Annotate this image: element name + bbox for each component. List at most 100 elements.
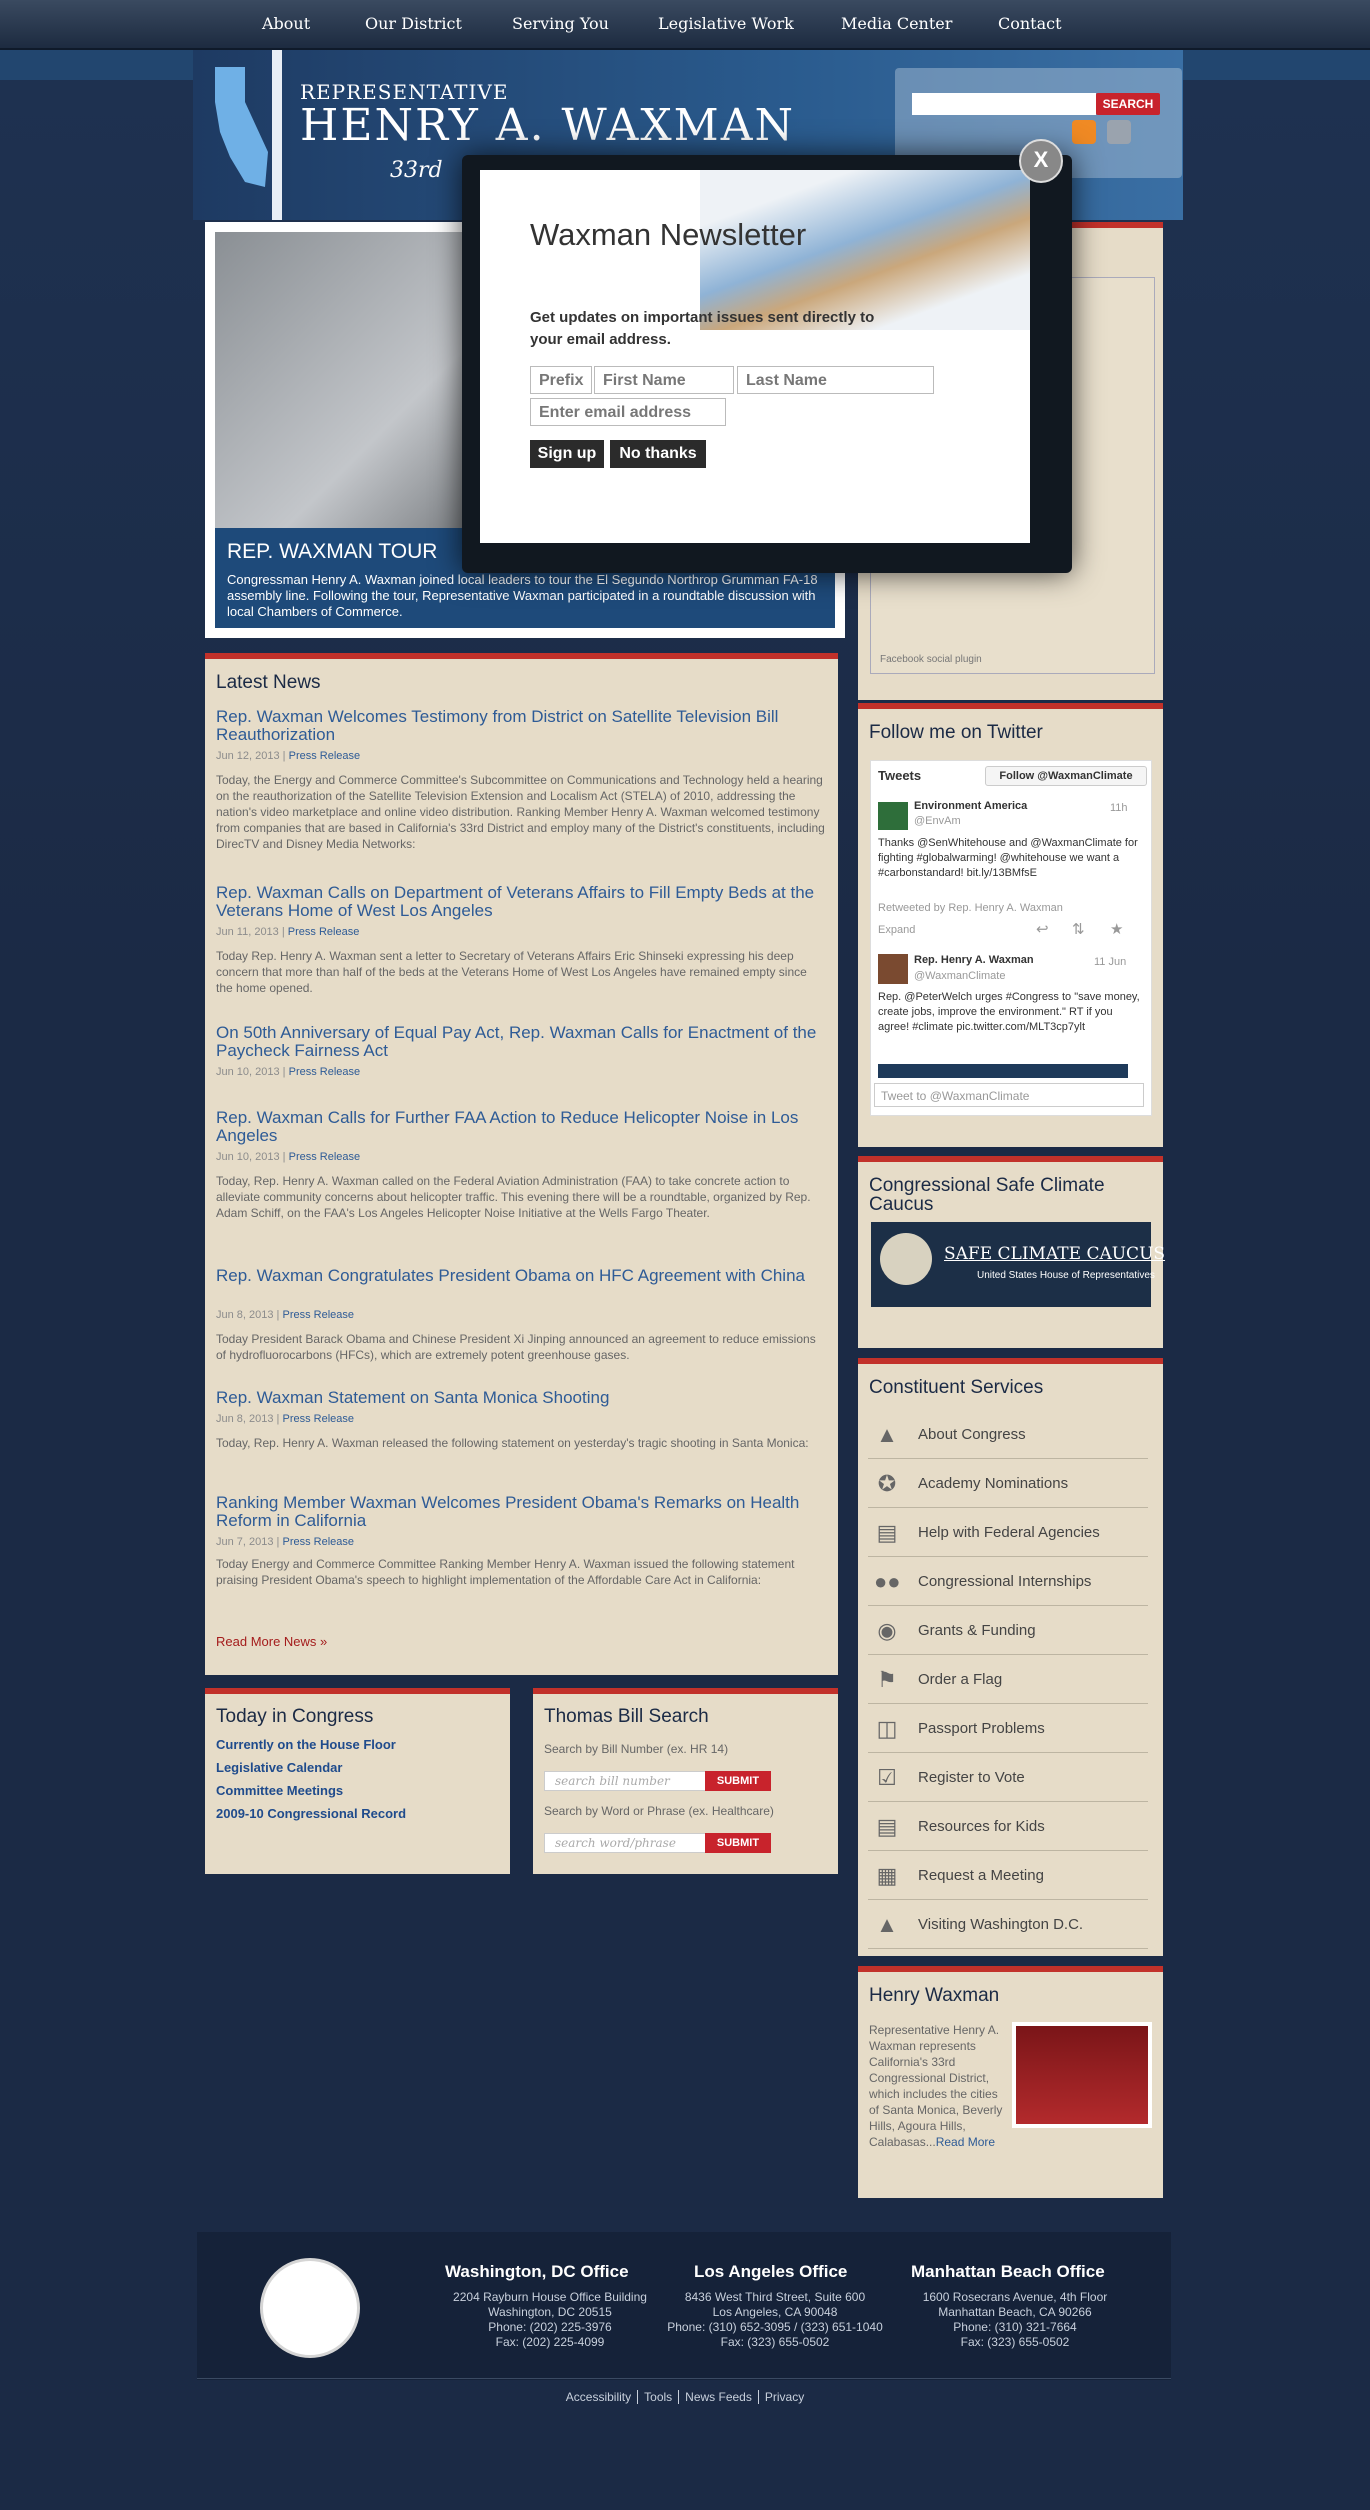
news-item-type[interactable]: Press Release: [282, 1309, 354, 1321]
news-item-type[interactable]: Press Release: [282, 1536, 354, 1548]
office-line: Phone: (202) 225-3976: [488, 2320, 612, 2334]
news-item-meta: Jun 8, 2013 | Press Release: [216, 1309, 355, 1321]
committee-meetings-link[interactable]: Committee Meetings: [216, 1783, 343, 1798]
service-request-meeting[interactable]: ▦ Request a Meeting: [868, 1851, 1148, 1900]
word-phrase-submit-button[interactable]: SUBMIT: [705, 1833, 771, 1853]
news-item-date: Jun 10, 2013: [216, 1066, 280, 1078]
header-name[interactable]: HENRY A. WAXMAN: [300, 100, 795, 151]
service-resources-kids[interactable]: ▤ Resources for Kids: [868, 1802, 1148, 1851]
news-item-body: Today Energy and Commerce Committee Rank…: [216, 1557, 795, 1587]
service-about-congress[interactable]: ▲ About Congress: [868, 1410, 1148, 1459]
footer-link-news-feeds[interactable]: News Feeds: [679, 2390, 759, 2404]
service-internships[interactable]: ●● Congressional Internships: [868, 1557, 1148, 1606]
news-item-type[interactable]: Press Release: [289, 1151, 361, 1163]
news-item-date: Jun 11, 2013: [216, 926, 279, 938]
facebook-plugin-label: Facebook social plugin: [880, 654, 982, 665]
news-item-meta: Jun 10, 2013 | Press Release: [216, 1066, 361, 1078]
reply-icon[interactable]: ↩: [1036, 920, 1049, 938]
bill-number-submit-button[interactable]: SUBMIT: [705, 1771, 771, 1791]
footer-link-tools[interactable]: Tools: [638, 2390, 680, 2404]
people-icon: ●●: [874, 1569, 901, 1594]
service-grants[interactable]: ◉ Grants & Funding: [868, 1606, 1148, 1655]
email-icon[interactable]: [1107, 120, 1131, 144]
service-federal-agencies[interactable]: ▤ Help with Federal Agencies: [868, 1508, 1148, 1557]
service-label: Passport Problems: [918, 1720, 1045, 1737]
news-item-type[interactable]: Press Release: [289, 1066, 361, 1078]
safe-climate-banner-subtitle: United States House of Representatives: [977, 1270, 1155, 1281]
nav-our-district[interactable]: Our District: [365, 14, 462, 33]
service-academy-nominations[interactable]: ✪ Academy Nominations: [868, 1459, 1148, 1508]
bio-text-body: Representative Henry A. Waxman represent…: [869, 2023, 1003, 2149]
mb-office-address: 1600 Rosecrans Avenue, 4th Floor Manhatt…: [900, 2290, 1130, 2350]
service-label: About Congress: [918, 1426, 1026, 1443]
tweet-time[interactable]: 11 Jun: [1094, 956, 1126, 968]
rss-icon[interactable]: [1072, 120, 1096, 144]
service-passport[interactable]: ◫ Passport Problems: [868, 1704, 1148, 1753]
retweet-icon[interactable]: ⇅: [1072, 920, 1085, 938]
tweet-avatar[interactable]: [878, 802, 908, 830]
service-label: Help with Federal Agencies: [918, 1524, 1100, 1541]
service-visiting-dc[interactable]: ▲ Visiting Washington D.C.: [868, 1900, 1148, 1949]
tweet-time[interactable]: 11h: [1110, 802, 1128, 814]
news-item-title[interactable]: Rep. Waxman Congratulates President Obam…: [216, 1267, 826, 1285]
search-input[interactable]: [912, 93, 1096, 115]
service-register-vote[interactable]: ☑ Register to Vote: [868, 1753, 1148, 1802]
news-item-type[interactable]: Press Release: [288, 926, 360, 938]
last-name-input[interactable]: Last Name: [737, 366, 934, 394]
footer-link-privacy[interactable]: Privacy: [759, 2390, 810, 2404]
read-more-news-link[interactable]: Read More News »: [216, 1634, 327, 1649]
bio-photo[interactable]: [1016, 2026, 1148, 2124]
service-label: Request a Meeting: [918, 1867, 1044, 1884]
tweet-avatar[interactable]: [878, 954, 908, 984]
feature-title[interactable]: REP. WAXMAN TOUR: [227, 540, 437, 564]
office-line: Fax: (202) 225-4099: [495, 2335, 605, 2349]
tweet-author[interactable]: Environment America: [914, 800, 1027, 812]
first-name-input[interactable]: First Name: [594, 366, 734, 394]
close-icon[interactable]: X: [1019, 139, 1063, 183]
nav-about[interactable]: About: [262, 14, 310, 33]
signup-button[interactable]: Sign up: [530, 440, 604, 468]
latest-news-title: Latest News: [216, 672, 321, 693]
nav-contact[interactable]: Contact: [998, 14, 1062, 33]
twitter-title: Follow me on Twitter: [869, 722, 1043, 743]
news-item-title[interactable]: Rep. Waxman Calls for Further FAA Action…: [216, 1109, 826, 1145]
office-line: Washington, DC 20515: [488, 2305, 612, 2319]
tweet-author[interactable]: Rep. Henry A. Waxman: [914, 954, 1034, 966]
tweet-media[interactable]: [878, 1064, 1128, 1078]
news-item-title[interactable]: On 50th Anniversary of Equal Pay Act, Re…: [216, 1024, 826, 1060]
mb-office-title: Manhattan Beach Office: [911, 2262, 1105, 2281]
news-item-meta: Jun 10, 2013 | Press Release: [216, 1151, 361, 1163]
congressional-record-link[interactable]: 2009-10 Congressional Record: [216, 1806, 406, 1821]
news-item-body: Today Rep. Henry A. Waxman sent a letter…: [216, 949, 807, 995]
retweet-note: Retweeted by Rep. Henry A. Waxman: [878, 902, 1063, 914]
bill-number-input[interactable]: search bill number: [544, 1771, 714, 1791]
tweet-handle[interactable]: @EnvAm: [914, 815, 961, 827]
footer-link-accessibility[interactable]: Accessibility: [559, 2390, 639, 2404]
tweet-to-input[interactable]: Tweet to @WaxmanClimate: [874, 1083, 1144, 1107]
bio-read-more-link[interactable]: Read More: [936, 2135, 995, 2149]
word-phrase-input[interactable]: search word/phrase: [544, 1833, 714, 1853]
email-input[interactable]: Enter email address: [530, 398, 726, 426]
nav-media-center[interactable]: Media Center: [841, 14, 952, 33]
tweet-text: Thanks @SenWhitehouse and @WaxmanClimate…: [878, 837, 1138, 879]
search-button[interactable]: SEARCH: [1096, 93, 1160, 115]
nav-legislative-work[interactable]: Legislative Work: [658, 14, 794, 33]
nav-serving-you[interactable]: Serving You: [512, 14, 609, 33]
prefix-input[interactable]: Prefix: [530, 366, 592, 394]
building-icon: ▤: [876, 1520, 898, 1545]
news-item-type[interactable]: Press Release: [289, 750, 361, 762]
tweet-handle[interactable]: @WaxmanClimate: [914, 970, 1005, 982]
expand-link[interactable]: Expand: [878, 924, 915, 936]
news-item-title[interactable]: Rep. Waxman Calls on Department of Veter…: [216, 884, 826, 920]
footer-links: Accessibility Tools News Feeds Privacy: [0, 2390, 1370, 2404]
follow-button[interactable]: Follow @WaxmanClimate: [985, 766, 1147, 786]
house-floor-link[interactable]: Currently on the House Floor: [216, 1737, 396, 1752]
no-thanks-button[interactable]: No thanks: [610, 440, 706, 468]
news-item-title[interactable]: Rep. Waxman Welcomes Testimony from Dist…: [216, 708, 826, 744]
news-item-type[interactable]: Press Release: [282, 1413, 354, 1425]
news-item-title[interactable]: Ranking Member Waxman Welcomes President…: [216, 1494, 826, 1530]
news-item-title[interactable]: Rep. Waxman Statement on Santa Monica Sh…: [216, 1389, 826, 1407]
service-order-flag[interactable]: ⚑ Order a Flag: [868, 1655, 1148, 1704]
legislative-calendar-link[interactable]: Legislative Calendar: [216, 1760, 342, 1775]
favorite-icon[interactable]: ★: [1110, 920, 1123, 938]
